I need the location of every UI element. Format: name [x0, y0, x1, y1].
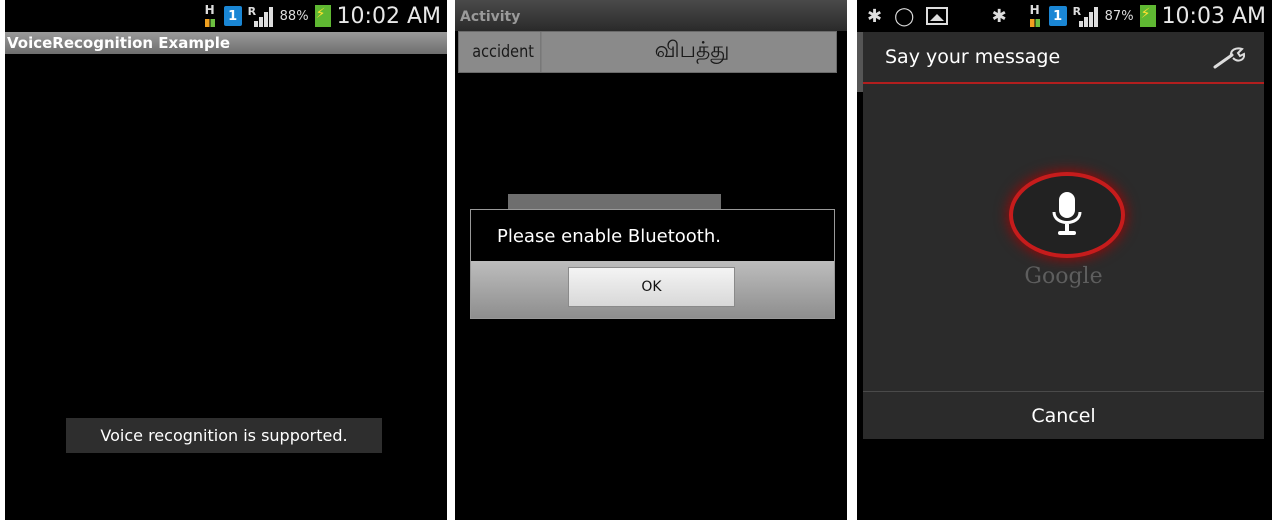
dialog-message: Please enable Bluetooth.	[497, 225, 721, 247]
wrench-icon[interactable]	[1212, 46, 1246, 70]
bluetooth-icon: ✱	[991, 5, 1007, 27]
status-bar: ✱ ◯ ✱ H 1 R 87% 10:03 AM	[857, 0, 1272, 32]
image-icon	[926, 7, 949, 25]
status-bar: H 1 R 88% 10:02 AM	[5, 0, 447, 32]
screen-activity: Activity accident விபத்து Please enable …	[455, 0, 847, 520]
microphone-icon	[1052, 192, 1082, 235]
microphone-button[interactable]	[1009, 172, 1125, 258]
ok-button[interactable]: OK	[568, 267, 735, 307]
whatsapp-icon: ◯	[894, 5, 915, 27]
dialog-header: Say your message	[863, 32, 1264, 84]
battery-icon	[314, 5, 331, 27]
activity-title: Activity	[455, 0, 847, 31]
voice-input-dialog: Say your message Google Cancel	[863, 32, 1264, 439]
bluetooth-icon: ✱	[867, 5, 883, 27]
h-data-icon: H	[1027, 4, 1043, 27]
translation-row[interactable]: accident விபத்து	[458, 31, 837, 73]
english-word: accident	[466, 32, 542, 72]
dialog-button-bar: OK	[471, 261, 834, 318]
screen-voice-recognition: H 1 R 88% 10:02 AM VoiceRecognition Exam…	[5, 0, 447, 520]
tamil-word: விபத்து	[654, 38, 730, 63]
sim-icon: 1	[223, 6, 242, 26]
dialog-title: Say your message	[885, 46, 1061, 68]
sim-icon: 1	[1048, 6, 1067, 26]
google-logo: Google	[1024, 264, 1103, 289]
signal-icon: R	[1073, 5, 1099, 27]
clock: 10:03 AM	[1161, 3, 1266, 29]
app-title: VoiceRecognition Example	[5, 32, 447, 54]
cancel-button[interactable]: Cancel	[863, 391, 1264, 439]
battery-percent: 88%	[279, 8, 309, 24]
signal-icon: R	[248, 5, 274, 27]
battery-icon	[1139, 5, 1156, 27]
clock: 10:02 AM	[336, 3, 441, 29]
screen-voice-dialog: ✱ ◯ ✱ H 1 R 87% 10:03 AM Say your messag…	[857, 0, 1272, 520]
h-data-icon: H	[202, 4, 218, 27]
toast-message: Voice recognition is supported.	[66, 418, 382, 453]
bluetooth-dialog: Please enable Bluetooth. OK	[470, 209, 835, 319]
battery-percent: 87%	[1104, 8, 1134, 24]
